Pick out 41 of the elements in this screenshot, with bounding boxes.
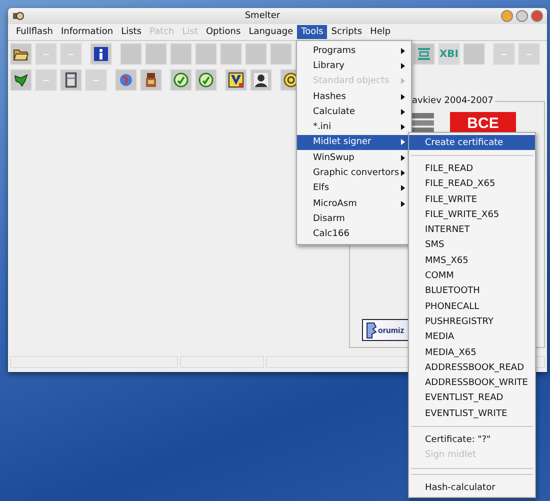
- menu-item[interactable]: PHONECALL: [409, 298, 535, 314]
- menu-item[interactable]: Fullflash: [12, 25, 57, 39]
- menu-item[interactable]: *.ini: [297, 119, 411, 135]
- menu-item[interactable]: Language: [244, 25, 298, 39]
- menu-item[interactable]: Tools: [297, 25, 328, 39]
- menu-item[interactable]: ADDRESSBOOK_WRITE: [409, 375, 535, 391]
- menu-item[interactable]: ADDRESSBOOK_READ: [409, 360, 535, 376]
- menu-item[interactable]: Disarm: [297, 211, 411, 227]
- menu-item[interactable]: Information: [56, 25, 118, 39]
- menu-item[interactable]: Calc166: [297, 226, 411, 242]
- bce-logo: BCE: [450, 112, 516, 134]
- menu-item[interactable]: INTERNET: [409, 222, 535, 238]
- menu-item[interactable]: Graphic convertors: [297, 165, 411, 181]
- menu-item[interactable]: Help: [366, 25, 395, 39]
- menu-item[interactable]: Library: [297, 58, 411, 74]
- menu-item[interactable]: Programs: [297, 43, 411, 58]
- menu-item[interactable]: SMS: [409, 238, 535, 254]
- menu-item[interactable]: Midlet signer: [297, 134, 411, 150]
- menu-item[interactable]: Certificate: "?": [409, 432, 535, 448]
- menu-item[interactable]: Scripts: [327, 25, 366, 39]
- copyright-text: avkiev 2004-2007: [410, 96, 496, 106]
- window-title: Smelter: [244, 11, 282, 21]
- menu-item[interactable]: Calculate: [297, 104, 411, 120]
- menu-item[interactable]: EVENTLIST_WRITE: [409, 406, 535, 422]
- menu-item[interactable]: COMM: [409, 268, 535, 284]
- menu-item[interactable]: MicroAsm: [297, 196, 411, 212]
- menu-item[interactable]: Hash-calculator: [409, 480, 535, 496]
- menu-item[interactable]: FILE_READ: [409, 161, 535, 177]
- menu-item[interactable]: Options: [202, 25, 245, 39]
- menu-item[interactable]: MMS_X65: [409, 253, 535, 268]
- menu-item[interactable]: WinSwup: [297, 150, 411, 166]
- menu-item[interactable]: BLUETOOTH: [409, 284, 535, 299]
- menu-item[interactable]: MEDIA_X65: [409, 344, 535, 360]
- menu-item[interactable]: Create certificate: [409, 135, 535, 150]
- menu-item[interactable]: Hashes: [297, 88, 411, 104]
- menu-item[interactable]: Elfs: [297, 180, 411, 196]
- menu-item[interactable]: FILE_WRITE: [409, 192, 535, 208]
- menu-item[interactable]: EVENTLIST_READ: [409, 390, 535, 406]
- menu-item[interactable]: FILE_WRITE_X65: [409, 207, 535, 222]
- menu-item[interactable]: FILE_READ_X65: [409, 176, 535, 192]
- menu-item[interactable]: Lists: [117, 25, 146, 39]
